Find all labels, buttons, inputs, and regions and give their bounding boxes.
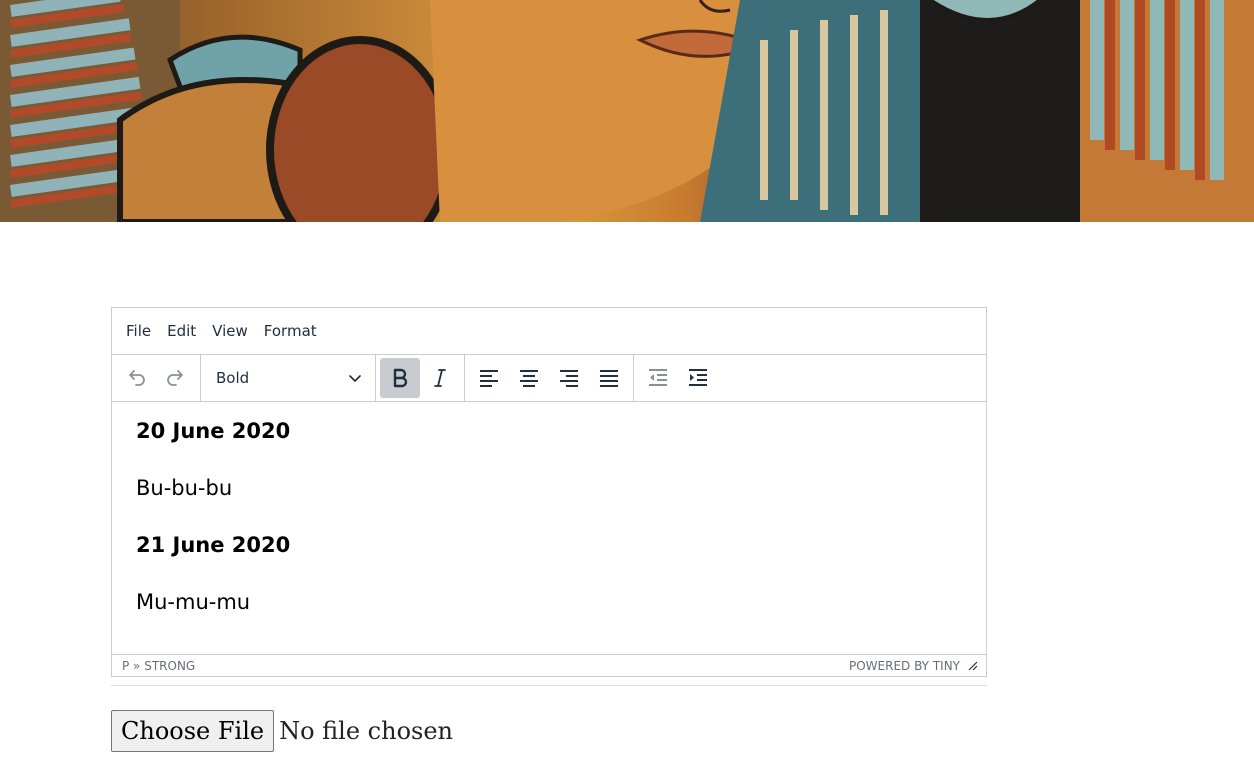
align-center-button[interactable] — [509, 358, 549, 398]
menu-format[interactable]: Format — [256, 316, 325, 346]
editor-toolbar: Bold — [112, 355, 986, 402]
indent-icon — [689, 369, 707, 386]
divider — [111, 685, 987, 686]
indent-group — [634, 355, 722, 401]
menu-file[interactable]: File — [118, 316, 159, 346]
file-status-text: No file chosen — [279, 717, 453, 745]
header-banner-image — [0, 0, 1254, 222]
align-justify-button[interactable] — [589, 358, 629, 398]
resize-handle-icon[interactable] — [968, 661, 978, 671]
entry-2: 21 June 2020 — [136, 530, 962, 560]
entry-1-text-block: Bu-bu-bu — [136, 473, 962, 503]
editor-menubar: File Edit View Format — [112, 308, 986, 355]
choose-file-button[interactable]: Choose File — [111, 710, 275, 752]
entry-text: Bu-bu-bu — [136, 476, 233, 500]
editor-statusbar: P » STRONG POWERED BY TINY — [112, 654, 986, 676]
align-justify-icon — [600, 370, 618, 387]
outdent-icon — [649, 369, 667, 386]
italic-icon — [434, 369, 446, 387]
bold-button[interactable] — [380, 358, 420, 398]
entry-date: 20 June 2020 — [136, 419, 291, 443]
redo-button[interactable] — [156, 358, 196, 398]
bold-icon — [393, 368, 408, 388]
menu-edit[interactable]: Edit — [159, 316, 204, 346]
editor-content-area[interactable]: 20 June 2020 Bu-bu-bu 21 June 2020 Mu-mu… — [112, 402, 986, 655]
file-input: Choose File No file chosen — [111, 710, 453, 752]
align-left-button[interactable] — [469, 358, 509, 398]
menu-view[interactable]: View — [204, 316, 256, 346]
powered-by-branding[interactable]: POWERED BY TINY — [849, 659, 960, 673]
history-group — [112, 355, 201, 401]
entry-text: Mu-mu-mu — [136, 590, 251, 614]
align-center-icon — [520, 370, 538, 387]
entry-date: 21 June 2020 — [136, 533, 291, 557]
chevron-down-icon — [349, 375, 361, 382]
text-style-group — [376, 355, 465, 401]
egyptian-painting-illustration — [0, 0, 1254, 222]
indent-button[interactable] — [678, 358, 718, 398]
block-format-select[interactable]: Bold — [205, 358, 371, 398]
italic-button[interactable] — [420, 358, 460, 398]
entry-2-text-block: Mu-mu-mu — [136, 587, 962, 617]
element-path[interactable]: P » STRONG — [122, 659, 195, 673]
rich-text-editor: File Edit View Format Bold 20 June 2020 … — [111, 307, 987, 677]
redo-icon — [167, 370, 183, 386]
align-right-button[interactable] — [549, 358, 589, 398]
align-left-icon — [480, 370, 498, 387]
format-group: Bold — [201, 355, 376, 401]
block-format-value: Bold — [216, 369, 250, 387]
align-right-icon — [560, 370, 578, 387]
outdent-button[interactable] — [638, 358, 678, 398]
undo-icon — [129, 370, 145, 386]
undo-button[interactable] — [116, 358, 156, 398]
statusbar-right: POWERED BY TINY — [849, 659, 978, 673]
alignment-group — [465, 355, 634, 401]
entry-1: 20 June 2020 — [136, 416, 962, 446]
